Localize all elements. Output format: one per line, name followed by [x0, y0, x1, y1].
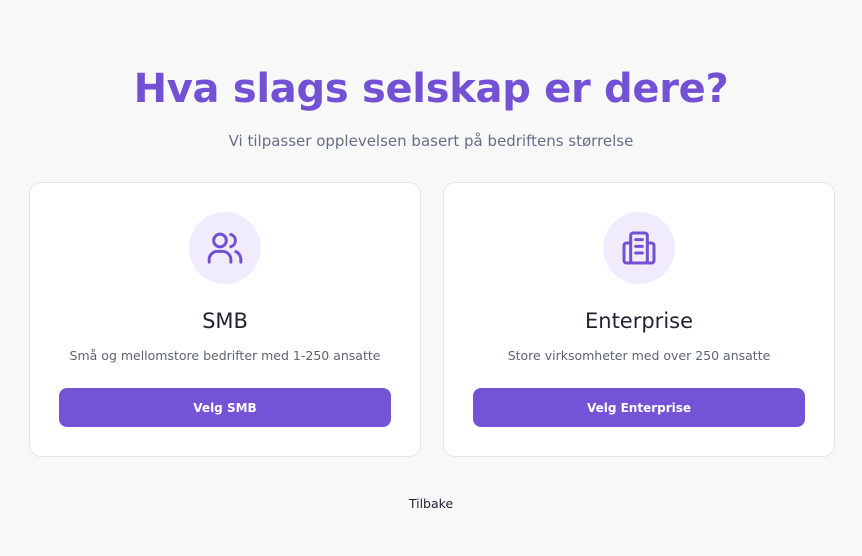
option-card-enterprise[interactable]: Enterprise Store virksomheter med over 2… — [443, 182, 835, 457]
page-subtitle: Vi tilpasser opplevelsen basert på bedri… — [228, 132, 634, 150]
back-link[interactable]: Tilbake — [0, 496, 862, 511]
option-description: Små og mellomstore bedrifter med 1-250 a… — [69, 348, 381, 363]
option-title: SMB — [202, 309, 248, 333]
option-title: Enterprise — [584, 309, 694, 333]
option-card-smb[interactable]: SMB Små og mellomstore bedrifter med 1-2… — [29, 182, 421, 457]
users-icon — [189, 212, 261, 284]
select-smb-button[interactable]: Velg SMB — [59, 388, 391, 427]
option-description: Store virksomheter med over 250 ansatte — [507, 348, 771, 363]
page-title: Hva slags selskap er dere? — [133, 66, 729, 112]
building-icon — [603, 212, 675, 284]
company-type-page: Hva slags selskap er dere? Vi tilpasser … — [0, 0, 862, 556]
select-enterprise-button[interactable]: Velg Enterprise — [473, 388, 805, 427]
